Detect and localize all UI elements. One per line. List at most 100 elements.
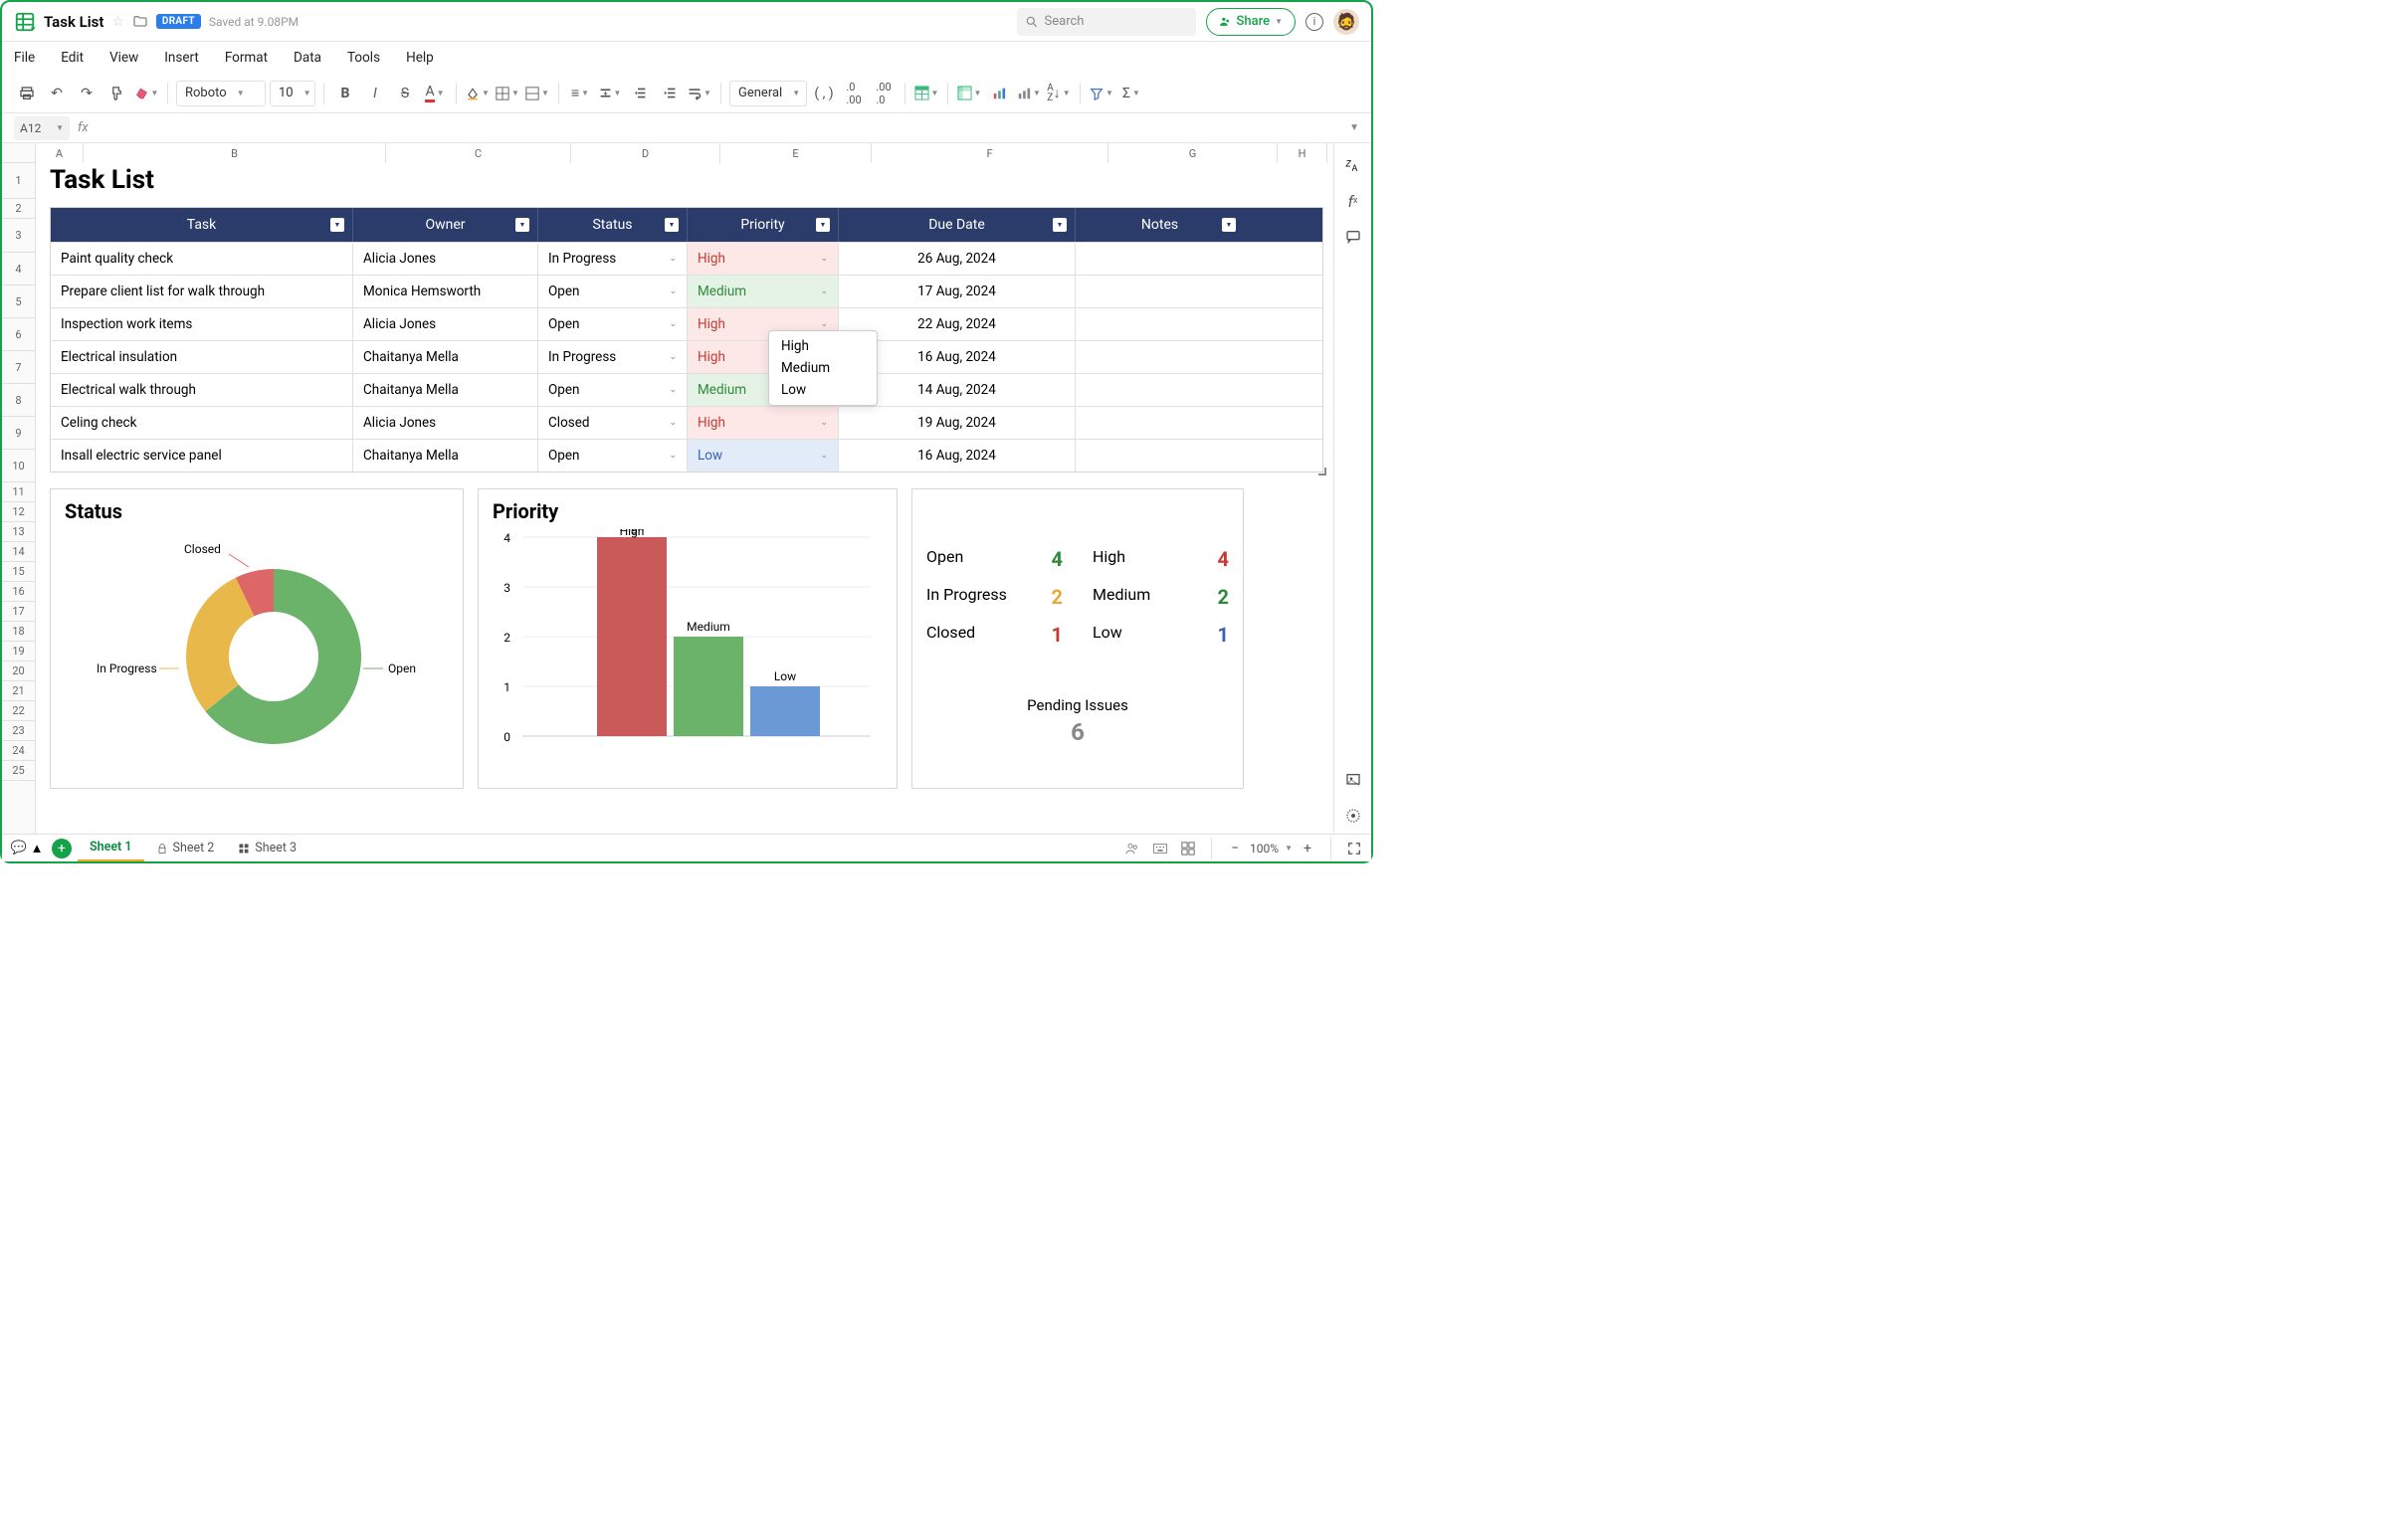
format-painter-icon[interactable]	[103, 81, 129, 106]
filter-icon[interactable]: ▼	[1053, 218, 1067, 232]
col-header-f[interactable]: F	[872, 143, 1108, 163]
redo-icon[interactable]: ↷	[74, 81, 100, 106]
col-header-h[interactable]: H	[1278, 143, 1327, 163]
chevron-down-icon[interactable]: ⌄	[669, 418, 677, 428]
cell-due[interactable]: 19 Aug, 2024	[839, 407, 1076, 439]
cell-notes[interactable]	[1076, 407, 1244, 439]
font-family-select[interactable]: Roboto▼	[176, 81, 266, 106]
filter-icon[interactable]: ▼	[330, 218, 344, 232]
thousands-icon[interactable]: ( , )	[811, 81, 837, 106]
cell-task[interactable]: Inspection work items	[51, 308, 353, 340]
cell-notes[interactable]	[1076, 276, 1244, 307]
col-header-c[interactable]: C	[386, 143, 571, 163]
filter-icon[interactable]: ▼	[1089, 81, 1114, 106]
menu-tools[interactable]: Tools	[347, 50, 380, 66]
star-icon[interactable]: ☆	[111, 14, 124, 30]
filter-icon[interactable]: ▼	[816, 218, 830, 232]
cell-notes[interactable]	[1076, 440, 1244, 472]
dropdown-option-high[interactable]: High	[769, 335, 877, 357]
row-header[interactable]: 23	[2, 721, 35, 741]
grid-view-icon[interactable]	[1179, 840, 1197, 857]
col-due[interactable]: Due Date▼	[839, 208, 1076, 242]
menu-format[interactable]: Format	[225, 50, 268, 66]
row-header[interactable]: 4	[2, 253, 35, 285]
col-notes[interactable]: Notes▼	[1076, 208, 1244, 242]
menu-data[interactable]: Data	[294, 50, 321, 66]
row-header[interactable]: 10	[2, 450, 35, 482]
chevron-down-icon[interactable]: ⌄	[669, 451, 677, 461]
cell-due[interactable]: 17 Aug, 2024	[839, 276, 1076, 307]
zoom-in-button[interactable]: +	[1299, 840, 1316, 857]
row-header[interactable]: 21	[2, 681, 35, 701]
chevron-down-icon[interactable]: ⌄	[820, 451, 828, 461]
filter-icon[interactable]: ▼	[1222, 218, 1236, 232]
cell-notes[interactable]	[1076, 341, 1244, 373]
sheet-tab-1[interactable]: Sheet 1	[78, 836, 144, 861]
wrap-text-icon[interactable]: ▼	[687, 81, 712, 106]
cell-owner[interactable]: Chaitanya Mella	[353, 440, 538, 472]
chevron-down-icon[interactable]: ⌄	[669, 254, 677, 264]
cell-task[interactable]: Paint quality check	[51, 243, 353, 275]
cell-status[interactable]: Open⌄	[538, 276, 688, 307]
cell-notes[interactable]	[1076, 243, 1244, 275]
print-icon[interactable]	[14, 81, 40, 106]
chevron-down-icon[interactable]: ⌄	[669, 286, 677, 296]
col-status[interactable]: Status▼	[538, 208, 688, 242]
strikethrough-icon[interactable]: S	[392, 81, 418, 106]
image-icon[interactable]	[1343, 770, 1363, 790]
sort-icon[interactable]: AZ↓▼	[1046, 81, 1072, 106]
col-header-d[interactable]: D	[571, 143, 720, 163]
keyboard-icon[interactable]	[1151, 840, 1169, 857]
cell-status[interactable]: In Progress⌄	[538, 341, 688, 373]
decrease-decimal-icon[interactable]: .0.00	[841, 81, 867, 106]
indent-increase-icon[interactable]	[657, 81, 683, 106]
font-color-icon[interactable]: A▼	[422, 81, 448, 106]
sheet-tab-2[interactable]: Sheet 2	[144, 836, 227, 861]
chart-more-icon[interactable]: ▼	[1016, 81, 1042, 106]
fill-color-icon[interactable]: ▼	[465, 81, 491, 106]
cell-owner[interactable]: Alicia Jones	[353, 407, 538, 439]
avatar[interactable]: 🧔	[1333, 9, 1359, 35]
row-header[interactable]: 8	[2, 384, 35, 417]
col-header-e[interactable]: E	[720, 143, 872, 163]
cell-status[interactable]: Open⌄	[538, 308, 688, 340]
cell-task[interactable]: Electrical insulation	[51, 341, 353, 373]
row-header[interactable]: 11	[2, 482, 35, 502]
menu-view[interactable]: View	[109, 50, 138, 66]
dropdown-option-medium[interactable]: Medium	[769, 357, 877, 379]
italic-icon[interactable]: I	[362, 81, 388, 106]
share-button[interactable]: Share ▼	[1206, 8, 1296, 36]
align-horizontal-icon[interactable]: ≡▼	[567, 81, 593, 106]
cell-task[interactable]: Insall electric service panel	[51, 440, 353, 472]
cell-notes[interactable]	[1076, 308, 1244, 340]
chevron-down-icon[interactable]: ⌄	[669, 319, 677, 329]
function-icon[interactable]: fx	[1343, 191, 1363, 211]
col-header-a[interactable]: A	[36, 143, 84, 163]
sigma-icon[interactable]: Σ▼	[1118, 81, 1144, 106]
zoom-out-button[interactable]: −	[1226, 840, 1244, 857]
merge-icon[interactable]: ▼	[524, 81, 550, 106]
row-header[interactable]: 20	[2, 662, 35, 681]
comment-icon[interactable]	[1343, 227, 1363, 247]
row-header[interactable]: 22	[2, 701, 35, 721]
row-header[interactable]: 7	[2, 351, 35, 384]
cell-owner[interactable]: Chaitanya Mella	[353, 341, 538, 373]
font-size-select[interactable]: 10▼	[270, 81, 315, 106]
theme-icon[interactable]	[1343, 806, 1363, 826]
cell-task[interactable]: Electrical walk through	[51, 374, 353, 406]
undo-icon[interactable]: ↶	[44, 81, 70, 106]
cell-task[interactable]: Celing check	[51, 407, 353, 439]
row-header[interactable]: 17	[2, 602, 35, 622]
chevron-down-icon[interactable]: ⌄	[669, 385, 677, 395]
row-header[interactable]: 3	[2, 219, 35, 253]
dropdown-option-low[interactable]: Low	[769, 379, 877, 401]
row-header[interactable]: 15	[2, 562, 35, 582]
cell-owner[interactable]: Monica Hemsworth	[353, 276, 538, 307]
cell-due[interactable]: 26 Aug, 2024	[839, 243, 1076, 275]
document-title[interactable]: Task List	[44, 13, 103, 31]
row-header[interactable]: 12	[2, 502, 35, 522]
align-vertical-icon[interactable]: ▼	[597, 81, 623, 106]
increase-decimal-icon[interactable]: .00.0	[871, 81, 897, 106]
chat-icon[interactable]: 💬	[10, 840, 28, 857]
cell-status[interactable]: Open⌄	[538, 374, 688, 406]
